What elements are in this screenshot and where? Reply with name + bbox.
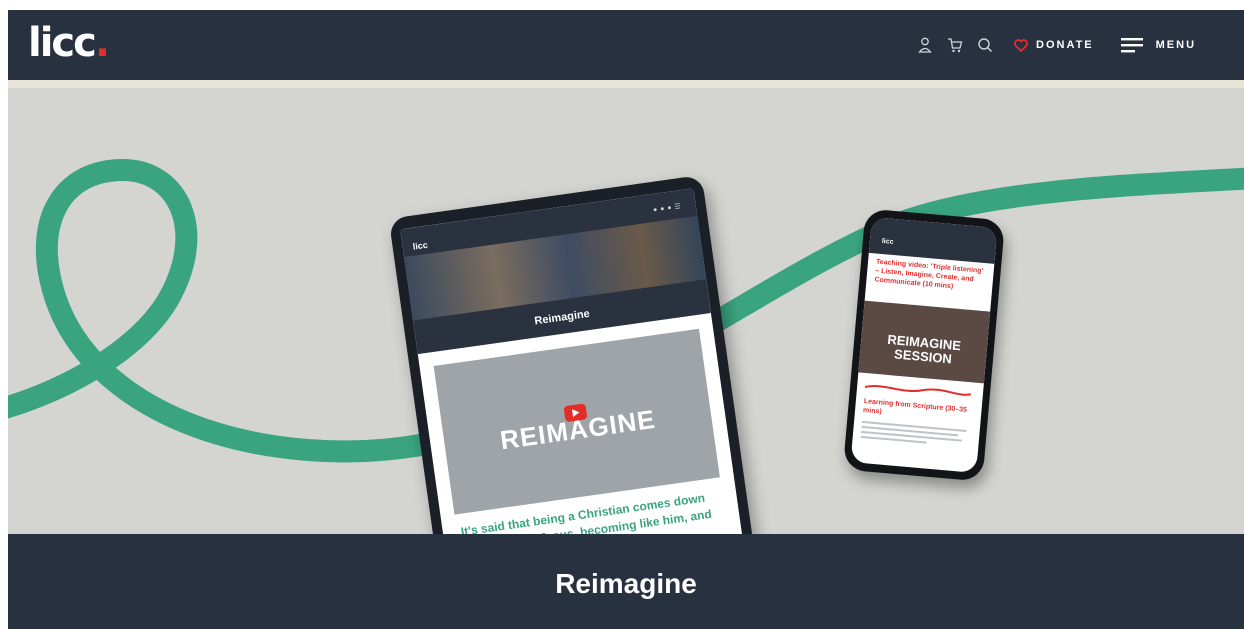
site-header: licc. DONATE MENU	[8, 10, 1244, 80]
user-icon[interactable]	[914, 34, 936, 56]
logo-dot: .	[94, 20, 110, 66]
header-nav: DONATE MENU	[914, 32, 1196, 58]
phone-mockup: licc Teaching video: 'Triple listening' …	[842, 208, 1006, 482]
page-title-band: Reimagine	[8, 534, 1244, 629]
tablet-screen: licc ●●●☰ Reimagine REIMAGINE It's said …	[400, 188, 744, 534]
phone-screen: licc Teaching video: 'Triple listening' …	[850, 216, 998, 474]
donate-button[interactable]: DONATE	[1010, 34, 1094, 56]
tablet-logo: licc	[412, 239, 429, 252]
tablet-mockup: licc ●●●☰ Reimagine REIMAGINE It's said …	[388, 174, 756, 534]
phone-video-thumbnail: REIMAGINE SESSION	[858, 300, 991, 384]
phone-video-title: REIMAGINE SESSION	[886, 331, 962, 367]
hero-banner: licc ●●●☰ Reimagine REIMAGINE It's said …	[8, 80, 1244, 534]
heart-icon	[1010, 34, 1032, 56]
donate-label: DONATE	[1036, 39, 1094, 51]
tablet-nav-icons: ●●●☰	[652, 202, 685, 214]
hamburger-icon	[1120, 34, 1144, 56]
cart-icon[interactable]	[944, 34, 966, 56]
phone-heading: Teaching video: 'Triple listening' – Lis…	[874, 258, 984, 291]
search-icon[interactable]	[974, 34, 996, 56]
phone-body-text	[860, 420, 971, 451]
menu-button[interactable]: MENU	[1120, 34, 1196, 56]
page-frame: licc. DONATE MENU licc ●●●☰ Reimagine RE…	[8, 10, 1244, 629]
page-title: Reimagine	[555, 568, 697, 599]
logo-text: licc	[28, 20, 97, 66]
phone-logo: licc	[881, 237, 894, 246]
tablet-video-thumbnail: REIMAGINE	[433, 328, 720, 515]
menu-label: MENU	[1155, 39, 1197, 51]
licc-logo[interactable]: licc.	[28, 18, 110, 68]
